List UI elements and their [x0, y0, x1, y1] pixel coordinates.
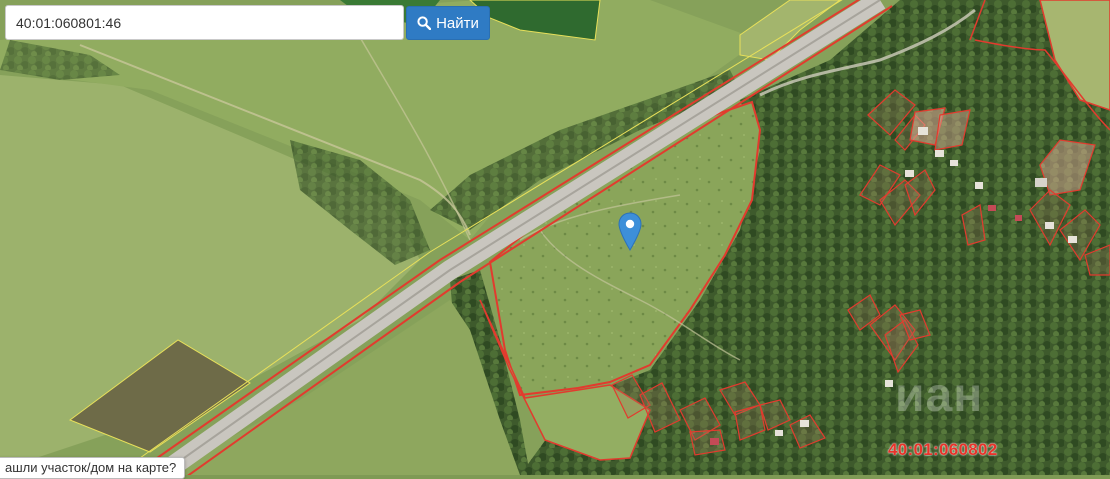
search-button[interactable]: Найти — [406, 6, 490, 40]
search-button-label: Найти — [436, 14, 479, 32]
found-parcel-prompt[interactable]: ашли участок/дом на карте? — [0, 457, 186, 479]
building-bright — [1035, 178, 1047, 187]
search-input[interactable] — [5, 5, 404, 40]
location-pin-icon[interactable] — [617, 212, 643, 252]
map-watermark: иан — [895, 369, 984, 422]
cadastral-label[interactable]: 40:01:060802 — [888, 440, 997, 460]
search-icon — [417, 16, 432, 30]
